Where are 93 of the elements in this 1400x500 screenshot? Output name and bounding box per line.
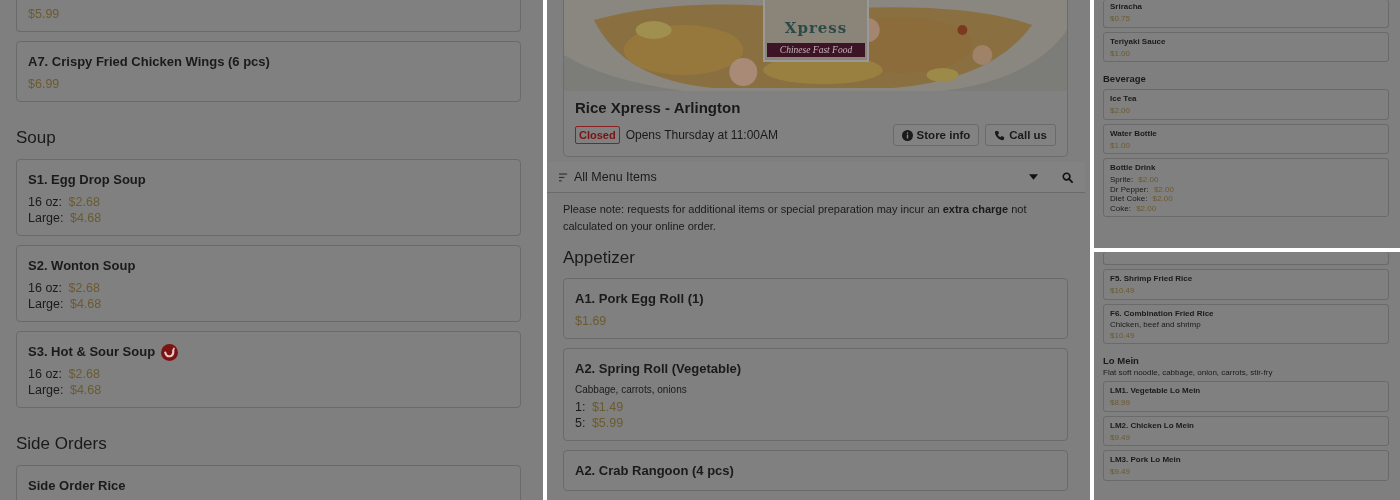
item-price: $9.49 — [1110, 467, 1131, 476]
menu-item-card[interactable]: Ice Tea $2.00 — [1103, 89, 1389, 120]
section-heading: Soup — [16, 128, 57, 148]
item-price: $10.49 — [1110, 286, 1135, 295]
item-price: $2.00 — [1110, 106, 1131, 115]
item-name: LM1. Vegetable Lo Mein — [1110, 385, 1201, 396]
item-description: Chicken, beef and shrimp — [1110, 319, 1202, 329]
opening-hours: Opens Thursday at 11:00AM — [625, 128, 778, 142]
item-price: $4.68 — [69, 211, 102, 225]
item-price: $1.49 — [591, 400, 624, 414]
section-heading: Appetizer — [563, 248, 636, 268]
store-name: Rice Xpress - Arlington — [575, 99, 742, 116]
item-price: $5.99 — [591, 416, 624, 430]
item-price: $1.00 — [1110, 48, 1131, 58]
info-icon — [901, 129, 913, 141]
item-name: Side Order Rice — [28, 477, 126, 495]
size-label: 16 oz: — [28, 281, 63, 295]
menu-item-card[interactable]: A7. Crispy Fried Chicken Wings (6 pcs) $6.99 — [16, 41, 521, 102]
section-heading: Side Orders — [16, 434, 108, 454]
size-label: 1: — [575, 400, 586, 414]
menu-item-card[interactable]: LM2. Chicken Lo Mein $9.49 — [1103, 415, 1389, 446]
size-label: 5: — [575, 416, 586, 430]
item-price: $9.49 — [1110, 432, 1131, 442]
store-info-button[interactable]: Store info — [892, 124, 980, 146]
menu-item-card[interactable]: A1. Pork Egg Roll (1) $1.69 — [563, 278, 1068, 339]
item-name: Ice Tea — [1110, 93, 1137, 104]
item-price: $10.49 — [1110, 330, 1135, 340]
menu-item-card[interactable]: LM1. Vegetable Lo Mein $8.99 — [1103, 381, 1389, 412]
item-name: A1. Pork Egg Roll (1) — [575, 290, 704, 308]
item-name: S2. Wonton Soup — [28, 257, 136, 275]
item-name: A2. Spring Roll (Vegetable) — [575, 360, 742, 378]
item-price: $1.69 — [575, 314, 607, 328]
item-name: LM3. Pork Lo Mein — [1110, 454, 1181, 465]
section-heading: Beverage — [1103, 73, 1147, 84]
notice-text: Please note: requests for additional items or special preparation may incur an extra charge not calculated on your online order. — [563, 202, 1028, 234]
item-name: S3. Hot & Sour Soup — [28, 343, 156, 361]
menu-item-card[interactable]: S2. Wonton Soup 16 oz: $2.68 Large: $4.68 — [16, 245, 521, 322]
item-price: $2.00 — [1153, 184, 1174, 194]
item-price: $0.75 — [1110, 14, 1131, 23]
menu-item-card[interactable]: A2. Crab Rangoon (4 pcs) — [563, 450, 1068, 491]
menu-item-card[interactable]: F6. Combination Fried Rice Chicken, beef and shrimp $10.49 — [1103, 303, 1389, 344]
item-name: Bottle Drink — [1110, 162, 1156, 173]
item-price: $2.00 — [1138, 175, 1159, 184]
status-badge: Closed — [575, 126, 620, 144]
menu-item-card[interactable]: LM3. Pork Lo Mein $9.49 — [1103, 450, 1389, 481]
phone-icon — [994, 129, 1006, 141]
item-price: $4.68 — [69, 297, 102, 311]
item-name: A7. Crispy Fried Chicken Wings (6 pcs) — [28, 53, 270, 71]
item-price: $4.68 — [69, 383, 102, 397]
menu-item-card[interactable]: Bottle Drink Sprite: $2.00 Dr Pepper: $2.00 Diet Coke: $2.00 Coke: $2.00 — [1103, 158, 1389, 217]
menu-item-card[interactable]: Teriyaki Sauce $1.00 — [1103, 31, 1389, 62]
item-price: $5.99 — [28, 7, 60, 21]
menu-item-card[interactable]: Water Bottle $1.00 — [1103, 123, 1389, 154]
item-name: A2. Crab Rangoon (4 pcs) — [575, 462, 734, 480]
item-price: $2.00 — [1152, 194, 1173, 203]
item-name: F5. Shrimp Fried Rice — [1110, 273, 1193, 284]
size-label: Large: — [28, 297, 64, 311]
logo-tagline: Chinese Fast Food — [767, 43, 865, 57]
section-heading: Lo Mein — [1103, 355, 1140, 366]
item-price: $2.68 — [68, 367, 100, 381]
menu-item-card[interactable]: Sriracha $0.75 — [1103, 0, 1389, 28]
size-label: Large: — [28, 211, 64, 225]
item-name: Water Bottle — [1110, 127, 1157, 139]
size-label: 16 oz: — [28, 367, 63, 381]
call-button[interactable]: Call us — [985, 124, 1056, 146]
menu-item-card[interactable]: S1. Egg Drop Soup 16 oz: $2.68 Large: $4.68 — [16, 159, 521, 236]
item-name: LM2. Chicken Lo Mein — [1110, 419, 1194, 431]
menu-item-card[interactable]: F5. Shrimp Fried Rice $10.49 — [1103, 269, 1389, 300]
menu-item-card[interactable]: S3. Hot & Sour Soup 16 oz: $2.68 Large: $4.68 — [16, 331, 521, 408]
item-name: Sriracha — [1110, 1, 1143, 12]
menu-item-card[interactable]: Side Order Rice — [16, 465, 521, 500]
item-price: $2.68 — [68, 281, 100, 295]
item-name: S1. Egg Drop Soup — [28, 171, 146, 189]
search-icon[interactable] — [1062, 171, 1073, 183]
size-label: Coke: — [1110, 203, 1131, 213]
sort-icon — [559, 172, 568, 182]
item-price: $1.00 — [1110, 140, 1131, 150]
logo-text: Xpress — [784, 19, 848, 37]
item-description: Cabbage, carrots, onions — [575, 384, 688, 395]
size-label: Sprite: — [1110, 175, 1134, 184]
size-label: 16 oz: — [28, 195, 63, 209]
menu-item-card[interactable]: A2. Spring Roll (Vegetable) Cabbage, carrots, onions 1: $1.49 5: $5.99 — [563, 348, 1068, 441]
item-price: $2.68 — [68, 195, 100, 209]
item-price: $8.99 — [1110, 398, 1131, 407]
item-price: $2.00 — [1136, 203, 1157, 213]
caret-icon — [1029, 174, 1038, 180]
item-name: Teriyaki Sauce — [1110, 35, 1166, 47]
size-label: Diet Coke: — [1110, 194, 1148, 203]
section-description: Flat soft noodle, cabbage, onion, carrots, stir-fry — [1103, 368, 1274, 377]
item-name: F6. Combination Fried Rice — [1110, 307, 1214, 319]
size-label: Large: — [28, 383, 64, 397]
item-price: $6.99 — [28, 77, 60, 91]
size-label: Dr Pepper: — [1110, 184, 1149, 194]
